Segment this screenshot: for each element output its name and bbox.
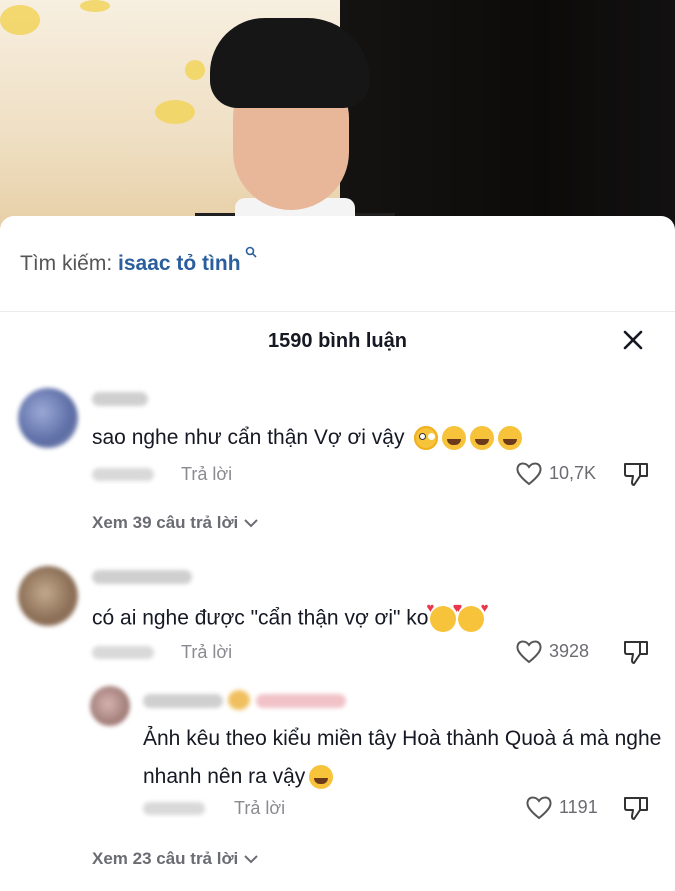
close-button[interactable] xyxy=(619,326,647,354)
avatar[interactable] xyxy=(18,388,78,448)
like-button[interactable]: 10,7K xyxy=(515,460,596,486)
reply-button[interactable]: Trả lời xyxy=(234,798,285,819)
timestamp xyxy=(92,646,154,659)
avatar[interactable] xyxy=(18,566,78,626)
wall-dot xyxy=(155,100,195,124)
close-icon xyxy=(623,330,643,350)
reply-text: Ảnh kêu theo kiểu miền tây Hoà thành Quo… xyxy=(143,727,662,790)
comment-count: 1590 bình luận xyxy=(268,330,407,352)
blurred-emoji xyxy=(228,690,250,710)
comments-sheet: Tìm kiếm: isaac tỏ tình 1590 bình luận s… xyxy=(0,216,675,891)
thumbs-down-icon xyxy=(624,641,648,664)
like-count: 1191 xyxy=(559,796,598,817)
timestamp xyxy=(143,802,205,815)
like-button[interactable]: 3928 xyxy=(515,638,589,664)
search-icon xyxy=(242,246,258,261)
heart-icon xyxy=(516,640,542,664)
dislike-button[interactable] xyxy=(622,794,650,822)
thumbs-down-icon xyxy=(624,463,648,486)
view-replies-button[interactable]: Xem 23 câu trả lời xyxy=(92,849,259,869)
view-replies-button[interactable]: Xem 39 câu trả lời xyxy=(92,513,259,533)
like-count: 10,7K xyxy=(549,462,597,483)
wall-dot xyxy=(80,0,110,12)
wall-dot xyxy=(0,5,40,35)
avatar[interactable] xyxy=(90,686,130,726)
video-background xyxy=(0,0,675,230)
username[interactable] xyxy=(92,392,148,406)
divider xyxy=(0,311,675,312)
username[interactable] xyxy=(92,570,192,584)
laughing-face-icon xyxy=(498,426,523,451)
username[interactable] xyxy=(143,694,223,708)
laughing-face-icon xyxy=(309,765,334,790)
timestamp xyxy=(92,468,154,481)
chevron-down-icon xyxy=(244,855,258,864)
search-label: Tìm kiếm: xyxy=(20,252,113,275)
person-figure xyxy=(195,18,395,230)
wall-dot xyxy=(185,60,205,80)
reply-button[interactable]: Trả lời xyxy=(181,642,232,663)
search-suggestion[interactable]: Tìm kiếm: isaac tỏ tình xyxy=(20,246,257,276)
username-tag xyxy=(256,694,346,708)
heart-icon xyxy=(516,462,542,486)
flushed-face-icon xyxy=(414,426,439,451)
like-button[interactable]: 1191 xyxy=(525,794,598,820)
smiling-face-with-hearts-icon xyxy=(426,600,460,632)
smiling-face-with-hearts-icon xyxy=(454,600,488,632)
search-query[interactable]: isaac tỏ tình xyxy=(118,252,241,275)
comment-text: có ai nghe được "cẩn thận vợ ơi" ko xyxy=(92,600,488,632)
heart-icon xyxy=(526,796,552,820)
thumbs-down-icon xyxy=(624,797,648,820)
reply-button[interactable]: Trả lời xyxy=(181,464,232,485)
chevron-down-icon xyxy=(244,519,258,528)
like-count: 3928 xyxy=(549,640,590,661)
dislike-button[interactable] xyxy=(622,460,650,488)
laughing-face-icon xyxy=(470,426,495,451)
laughing-face-icon xyxy=(442,426,467,451)
dark-background xyxy=(340,0,675,230)
dislike-button[interactable] xyxy=(622,638,650,666)
comment-text: sao nghe như cẩn thận Vợ ơi vậy xyxy=(92,426,523,451)
